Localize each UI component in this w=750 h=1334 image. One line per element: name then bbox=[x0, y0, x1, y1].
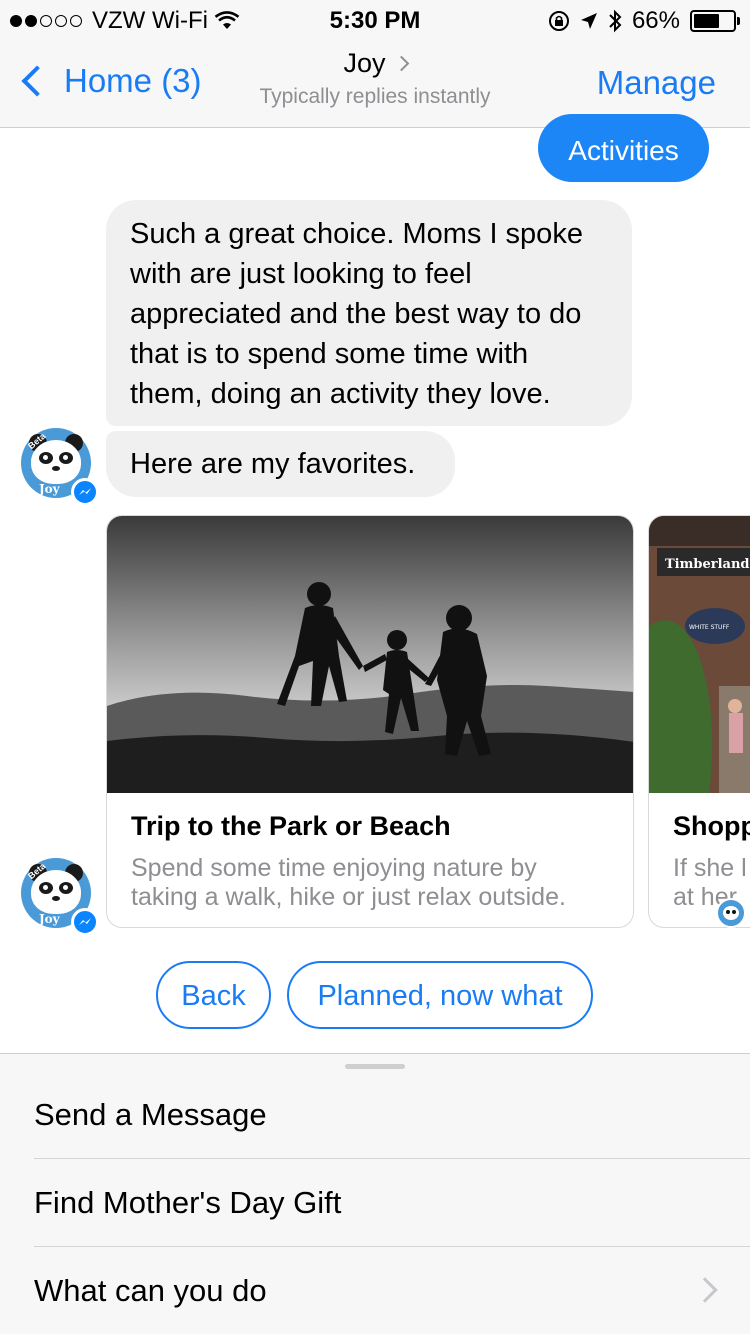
menu-item-label: Find Mother's Day Gift bbox=[34, 1184, 342, 1220]
card-body: Trip to the Park or Beach Spend some tim… bbox=[107, 793, 633, 927]
carousel-card[interactable]: Trip to the Park or Beach Spend some tim… bbox=[106, 515, 634, 928]
card-title: Shopp bbox=[673, 811, 750, 841]
bot-avatar[interactable]: Beta Joy bbox=[21, 858, 99, 936]
quick-reply-back[interactable]: Back bbox=[156, 961, 271, 1029]
battery-icon bbox=[690, 10, 740, 32]
card-description-line: Spend some time enjoying nature by bbox=[131, 854, 537, 882]
avatar-label: Joy bbox=[39, 912, 60, 926]
read-receipt-icon bbox=[716, 898, 746, 928]
battery-percent: 66% bbox=[631, 7, 680, 34]
chevron-right-icon bbox=[692, 1277, 718, 1303]
quick-reply-planned[interactable]: Planned, now what bbox=[287, 961, 593, 1029]
card-title: Trip to the Park or Beach bbox=[131, 811, 451, 841]
card-description: Spend some time enjoying nature by takin… bbox=[131, 854, 609, 912]
messenger-badge-icon bbox=[71, 908, 99, 936]
battery-fill bbox=[694, 14, 720, 28]
carousel-card[interactable]: Timberland WHITE STUFF Shopp If she l at… bbox=[648, 515, 750, 928]
store-sign: WHITE STUFF bbox=[689, 624, 730, 631]
menu-item-what-can-you-do[interactable]: What can you do bbox=[34, 1247, 750, 1334]
menu-item-send-message[interactable]: Send a Message bbox=[34, 1071, 750, 1159]
shopping-street-image: Timberland WHITE STUFF bbox=[649, 516, 750, 793]
chevron-right-icon bbox=[393, 55, 409, 72]
family-silhouette-image bbox=[107, 516, 633, 793]
card-description-line: If she l bbox=[673, 854, 747, 882]
orientation-lock-icon bbox=[548, 11, 569, 31]
menu-item-label: What can you do bbox=[34, 1273, 267, 1308]
panda-face-icon bbox=[31, 440, 81, 484]
received-message-bubble: Such a great choice. Moms I spoke with a… bbox=[106, 200, 632, 426]
menu-item-find-gift[interactable]: Find Mother's Day Gift bbox=[34, 1159, 750, 1247]
menu-item-label: Send a Message bbox=[34, 1096, 267, 1132]
received-message-bubble: Here are my favorites. bbox=[106, 431, 455, 497]
persistent-menu: Send a Message Find Mother's Day Gift Wh… bbox=[0, 1053, 750, 1334]
panda-face-icon bbox=[31, 870, 81, 914]
bot-avatar[interactable]: Beta Joy bbox=[21, 428, 99, 506]
contact-name: Joy bbox=[343, 48, 386, 78]
bluetooth-icon bbox=[609, 9, 622, 33]
status-right: 66% bbox=[548, 7, 740, 35]
avatar-label: Joy bbox=[39, 482, 60, 496]
location-icon bbox=[580, 13, 597, 29]
status-bar: VZW Wi-Fi 5:30 PM 66% bbox=[0, 0, 750, 40]
card-description-line: taking a walk, hike or just relax outsid… bbox=[131, 883, 566, 911]
manage-button[interactable]: Manage bbox=[597, 64, 716, 102]
menu-drag-handle[interactable] bbox=[345, 1064, 405, 1069]
store-sign: Timberland bbox=[665, 557, 749, 572]
sent-message-bubble: Activities bbox=[538, 114, 709, 182]
messenger-badge-icon bbox=[71, 478, 99, 506]
